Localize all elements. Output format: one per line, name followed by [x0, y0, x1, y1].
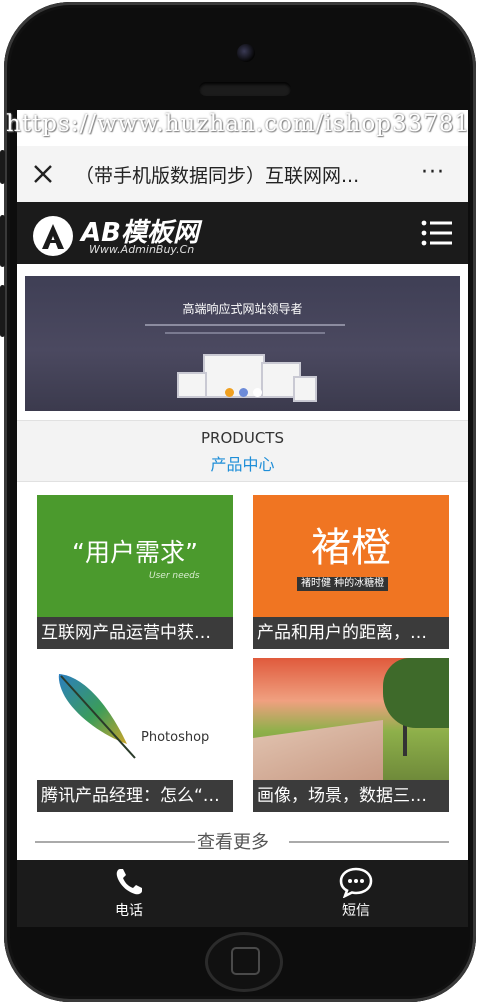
product-caption: 互联网产品运营中获…: [37, 617, 233, 649]
product-image: Photoshop: [37, 658, 233, 780]
more-icon[interactable]: ···: [421, 160, 445, 185]
product-card[interactable]: Photoshop 腾讯产品经理：怎么“…: [37, 658, 233, 812]
wechat-navbar: （带手机版数据同步）互联网网... ···: [17, 146, 468, 203]
product-image: [253, 658, 449, 780]
sms-label: 短信: [342, 903, 370, 919]
banner-subtitle-line: [165, 332, 325, 334]
product-card[interactable]: “用户需求” User needs 互联网产品运营中获…: [37, 495, 233, 649]
product-image-text: Photoshop: [141, 730, 210, 745]
product-image-text: 褚橙: [311, 525, 391, 571]
phone-icon: [116, 869, 142, 895]
section-title-cn: 产品中心: [210, 455, 275, 474]
divider: [289, 841, 449, 843]
earpiece-speaker: [199, 82, 291, 96]
site-header: AB模板网 Www.AdminBuy.Cn: [17, 202, 468, 264]
laptop-mockup: [177, 372, 207, 398]
carousel-dot[interactable]: [239, 388, 248, 397]
product-image-subtext: User needs: [149, 571, 200, 581]
section-title-en: PRODUCTS: [201, 429, 284, 447]
banner-subtitle-line: [145, 324, 345, 326]
product-image-text: “用户需求”: [72, 538, 198, 567]
banner-title: 高端响应式网站领导者: [182, 302, 303, 316]
home-square-icon: [231, 947, 260, 975]
hamburger-icon[interactable]: [421, 220, 453, 246]
volume-up-button: [0, 215, 5, 267]
sms-tab[interactable]: 短信: [296, 860, 416, 927]
hero-banner[interactable]: 高端响应式网站领导者: [25, 276, 460, 411]
carousel-dot[interactable]: [225, 388, 234, 397]
call-tab[interactable]: 电话: [69, 860, 189, 927]
feather-icon: [58, 674, 136, 759]
carousel-dot[interactable]: [253, 388, 262, 397]
logo-icon[interactable]: [33, 216, 73, 256]
product-image-subtext: 褚时健 种的冰糖橙: [297, 577, 389, 591]
product-image: “用户需求” User needs: [37, 495, 233, 617]
product-card[interactable]: 画像，场景，数据三…: [253, 658, 449, 812]
call-label: 电话: [115, 903, 143, 919]
product-caption: 画像，场景，数据三…: [253, 780, 449, 812]
product-caption: 产品和用户的距离，…: [253, 617, 449, 649]
product-image: 褚橙 褚时健 种的冰糖橙: [253, 495, 449, 617]
phone-mockup: [293, 376, 317, 402]
walkway-shape: [253, 720, 383, 780]
view-more-link[interactable]: 查看更多: [197, 828, 269, 854]
close-icon[interactable]: [29, 160, 57, 188]
bottom-tabbar: 电话 短信: [17, 860, 468, 927]
tree-shape: [383, 658, 449, 728]
logo-subtitle: Www.AdminBuy.Cn: [89, 243, 195, 256]
product-card[interactable]: 褚橙 褚时健 种的冰糖橙 产品和用户的距离，…: [253, 495, 449, 649]
message-icon: [339, 867, 373, 898]
mute-switch: [0, 150, 5, 184]
product-caption: 腾讯产品经理：怎么“…: [37, 780, 233, 812]
divider: [35, 841, 195, 843]
products-section-header: PRODUCTS 产品中心: [17, 420, 468, 482]
page-title: （带手机版数据同步）互联网网...: [75, 165, 360, 187]
front-camera: [237, 44, 255, 62]
phone-screen: （带手机版数据同步）互联网网... ··· AB模板网 Www.AdminBuy…: [17, 110, 468, 927]
volume-down-button: [0, 285, 5, 337]
